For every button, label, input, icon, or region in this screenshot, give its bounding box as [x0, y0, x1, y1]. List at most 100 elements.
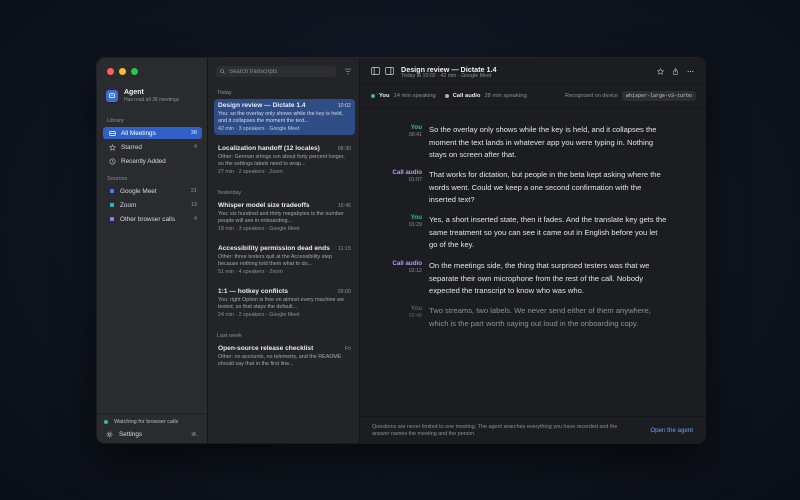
- filter-icon[interactable]: [344, 68, 352, 75]
- search-box[interactable]: [216, 66, 336, 77]
- item-excerpt: Other: German strings run about forty pe…: [218, 154, 345, 167]
- segment-timestamp[interactable]: 02:12: [409, 268, 422, 274]
- speaker-label: You: [379, 92, 390, 99]
- item-excerpt: Other: three testers quit at the Accessi…: [218, 254, 332, 267]
- source-color-dot: [110, 217, 114, 221]
- speaker-label: Call audio: [452, 92, 481, 99]
- item-title: Design review — Dictate 1.4: [218, 102, 306, 109]
- toolbar: Design review — Dictate 1.4 Today at 10:…: [360, 58, 705, 84]
- item-excerpt: You: six hundred and thirty megabytes is…: [218, 211, 344, 224]
- item-time: 10:02: [337, 103, 351, 109]
- segment-text: So the overlay only shows while the key …: [429, 125, 657, 160]
- zoom-window-button[interactable]: [131, 68, 138, 75]
- segment-speaker: Call audio: [392, 169, 422, 176]
- transcript-item[interactable]: Localization handoff (12 locales) 08:30 O…: [214, 142, 355, 178]
- close-window-button[interactable]: [107, 68, 114, 75]
- speaker-bar: You 14 min speaking Call audio 28 min sp…: [360, 84, 705, 108]
- item-meta: 42 min · 3 speakers · Google Meet: [218, 126, 300, 132]
- settings-shortcut: ⌘,: [190, 431, 198, 438]
- item-title: Open-source release checklist: [218, 345, 314, 352]
- sidebar-item-starred[interactable]: Starred 4: [103, 141, 202, 153]
- speaking-time: 14 min speaking: [393, 92, 436, 99]
- segment-text: Two streams, two labels. We never send e…: [429, 306, 651, 328]
- group-label-today: Today: [217, 90, 232, 96]
- agent-subtitle: Has read all 38 meetings: [124, 97, 180, 103]
- watching-status: Watching for browser calls: [104, 419, 178, 425]
- settings-button[interactable]: Settings ⌘,: [106, 431, 198, 438]
- segment-text: Yes, a short inserted state, then it fad…: [429, 215, 667, 250]
- speaker-dot: [444, 93, 449, 98]
- transcript-item[interactable]: Design review — Dictate 1.4 10:02 You: so…: [214, 99, 355, 135]
- item-excerpt: You: right Option is free on almost ever…: [218, 297, 344, 310]
- count-badge: 13: [190, 202, 197, 208]
- segment-speaker: Call audio: [392, 260, 422, 267]
- search-input[interactable]: [229, 68, 329, 75]
- segment-speaker: You: [410, 124, 422, 131]
- agent-header[interactable]: Agent Has read all 38 meetings: [106, 89, 179, 103]
- tray-icon: [109, 130, 116, 137]
- count-badge: 4: [193, 216, 197, 222]
- sidebar-item-label: All Meetings: [121, 129, 156, 137]
- speaking-time: 28 min speaking: [484, 92, 527, 99]
- segment-text: That works for dictation, but people in …: [429, 170, 661, 205]
- item-meta: 24 min · 2 speakers · Google Meet: [218, 312, 300, 318]
- transcript-list: Today Design review — Dictate 1.4 10:02 Y…: [208, 58, 360, 443]
- sidebar-footer: Watching for browser calls Settings ⌘,: [97, 413, 207, 443]
- open-agent-link[interactable]: Open the agent: [650, 427, 693, 434]
- search-icon: [220, 69, 225, 74]
- item-excerpt: You: so the overlay only shows while the…: [218, 111, 344, 124]
- item-time: 16:45: [337, 203, 351, 209]
- sidebar-item-other-browser-calls[interactable]: Other browser calls 4: [103, 213, 202, 225]
- sources-section-label: Sources: [107, 176, 128, 182]
- star-icon: [109, 143, 116, 151]
- sidebar-item-label: Starred: [121, 143, 142, 151]
- more-icon[interactable]: [687, 68, 694, 75]
- segment-timestamp[interactable]: 01:07: [409, 177, 422, 183]
- segment-timestamp[interactable]: 02:48: [409, 313, 422, 319]
- split-view-icon[interactable]: [385, 67, 394, 75]
- count-badge: 4: [193, 144, 197, 150]
- sidebar-item-label: Google Meet: [120, 187, 157, 195]
- settings-label: Settings: [119, 431, 143, 438]
- transcript-item[interactable]: 1:1 — hotkey conflicts 09:00 You: right O…: [214, 285, 355, 321]
- library-section-label: Library: [107, 118, 124, 124]
- item-meta: 18 min · 3 speakers · Google Meet: [218, 226, 300, 232]
- transcript-item[interactable]: Open-source release checklist Fri Other: …: [214, 342, 355, 371]
- source-color-dot: [110, 203, 114, 207]
- sidebar-item-label: Zoom: [120, 201, 137, 209]
- model-badge: whisper-large-v3-turbo: [621, 90, 696, 101]
- item-title: 1:1 — hotkey conflicts: [218, 288, 288, 295]
- group-label-last-week: Last week: [217, 333, 242, 339]
- minimize-window-button[interactable]: [119, 68, 126, 75]
- item-time: Fri: [344, 346, 351, 352]
- window-controls: [107, 68, 138, 75]
- count-badge: 21: [190, 188, 197, 194]
- speaker-you[interactable]: You 14 min speaking: [371, 93, 436, 99]
- sidebar-toggle-icon[interactable]: [371, 67, 380, 75]
- segment-speaker: You: [410, 214, 422, 221]
- segment-timestamp[interactable]: 01:29: [409, 222, 422, 228]
- sidebar-item-zoom[interactable]: Zoom 13: [103, 199, 202, 211]
- item-time: 11:15: [338, 246, 351, 252]
- speaker-call-audio[interactable]: Call audio 28 min speaking: [444, 92, 527, 99]
- item-meta: 51 min · 4 speakers · Zoom: [218, 269, 283, 275]
- sidebar-item-recently-added[interactable]: Recently Added: [103, 155, 202, 167]
- item-time: 09:00: [337, 289, 351, 295]
- sidebar-item-all-meetings[interactable]: All Meetings 38: [103, 127, 202, 139]
- source-color-dot: [110, 189, 114, 193]
- transcript-item[interactable]: Whisper model size tradeoffs 16:45 You: s…: [214, 199, 355, 235]
- status-dot: [104, 420, 108, 424]
- star-icon[interactable]: [657, 68, 664, 75]
- watching-status-text: Watching for browser calls: [114, 419, 179, 425]
- agent-footer: Questions are never limited to one meeti…: [360, 416, 705, 443]
- speaker-dot: [371, 93, 375, 98]
- sidebar-item-label: Recently Added: [121, 157, 166, 165]
- recognized-note: Recognized on device: [564, 92, 618, 99]
- transcript-item[interactable]: Accessibility permission dead ends 11:15 …: [214, 242, 355, 278]
- agent-note: Questions are never limited to one meeti…: [372, 424, 618, 437]
- sidebar-item-google-meet[interactable]: Google Meet 21: [103, 185, 202, 197]
- item-time: 08:30: [337, 146, 351, 152]
- share-icon[interactable]: [672, 68, 679, 75]
- group-label-yesterday: Yesterday: [217, 190, 242, 196]
- segment-timestamp[interactable]: 00:41: [409, 132, 422, 138]
